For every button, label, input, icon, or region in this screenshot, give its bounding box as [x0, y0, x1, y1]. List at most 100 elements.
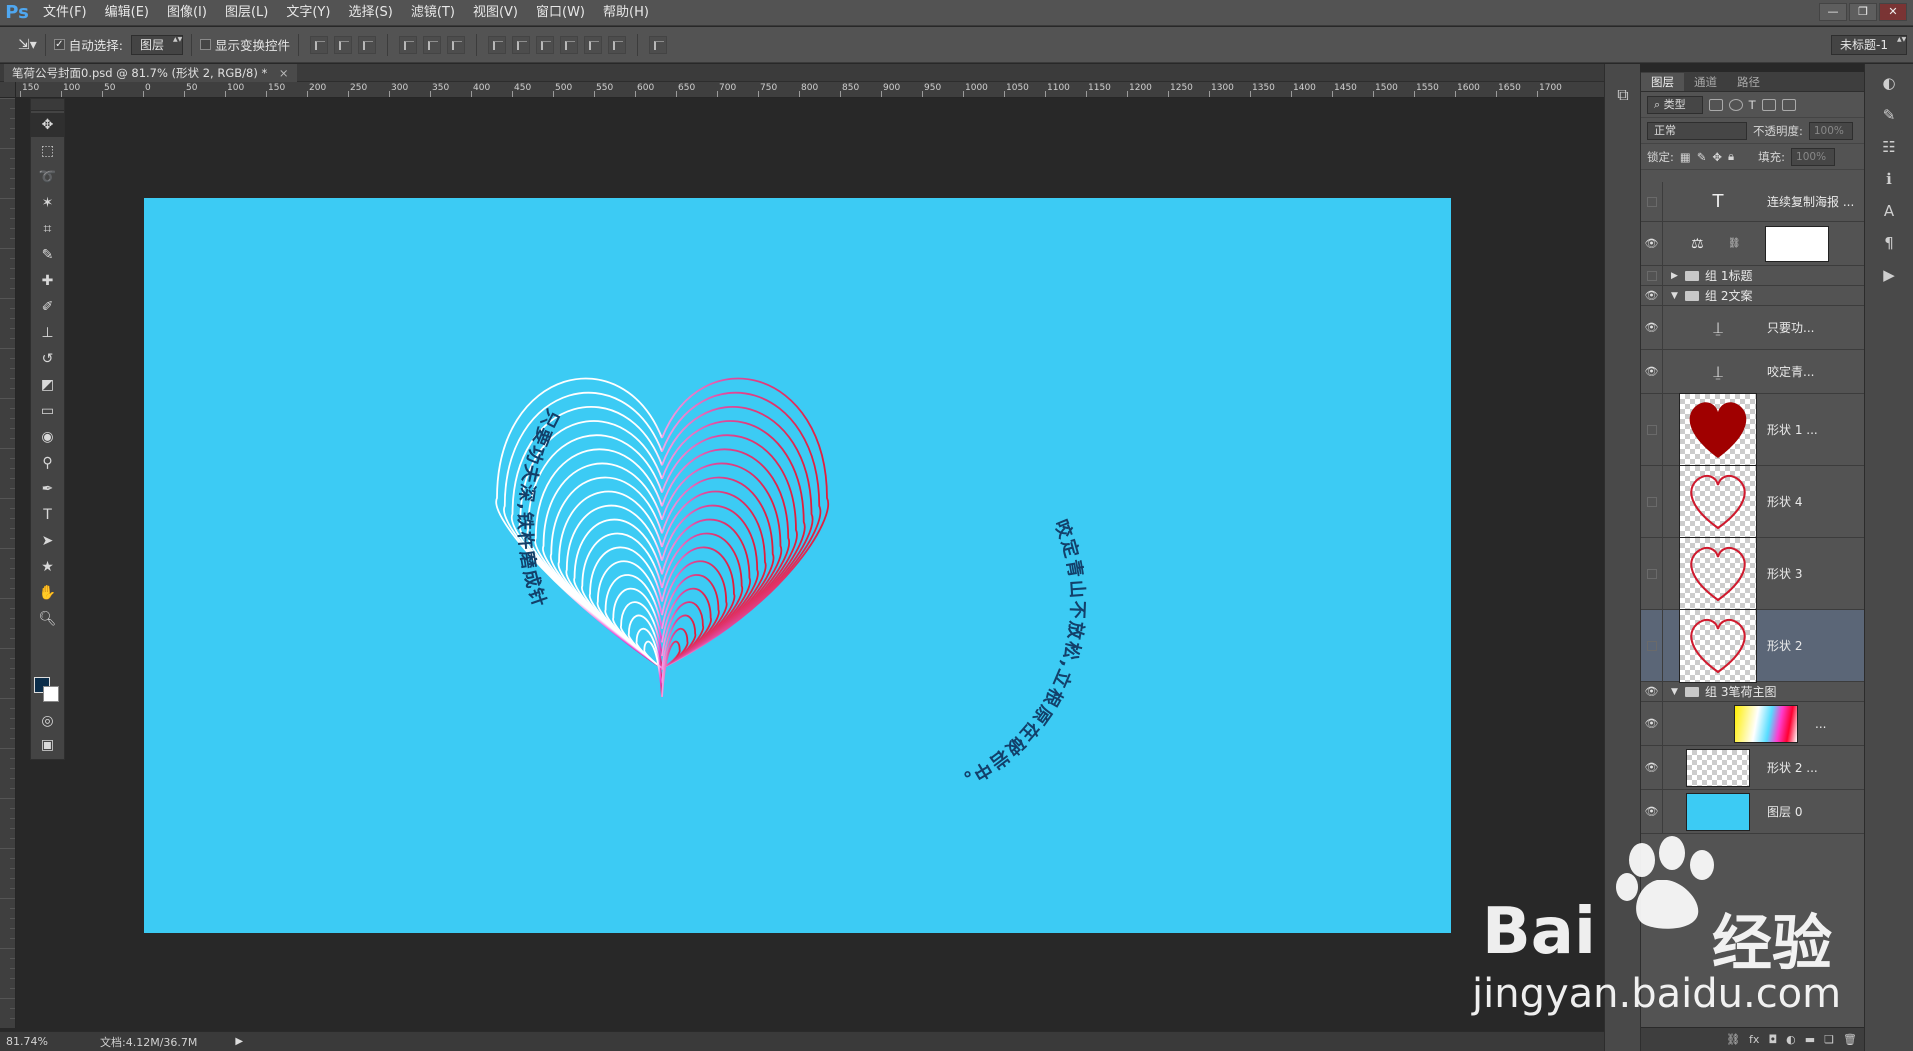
layer-row[interactable]: 形状 4	[1641, 464, 1865, 539]
group-toggle-icon[interactable]: ▶	[1671, 271, 1681, 281]
layer-filter-dropdown[interactable]: ⌕ 类型	[1647, 95, 1703, 114]
layer-row[interactable]: 👁︎ 形状 2 ...	[1641, 746, 1865, 790]
document-canvas[interactable]: 只要功夫深,铁杵磨成针。 咬定青山不放松,立根原在破岩中。	[134, 182, 1451, 933]
menu-item[interactable]: 文字(Y)	[277, 0, 339, 26]
lock-paint-icon[interactable]: ✎	[1697, 150, 1707, 164]
curved-text-left[interactable]: 只要功夫深,铁杵磨成针。	[134, 182, 563, 611]
history-brush-tool-icon[interactable]: ↺	[31, 347, 64, 371]
move-tool-icon[interactable]: ✥	[31, 113, 64, 137]
vertical-ruler[interactable]	[0, 98, 16, 1028]
tab-channels[interactable]: 通道	[1684, 73, 1727, 91]
fill-input[interactable]: 100%	[1791, 147, 1836, 166]
delete-layer-icon[interactable]: 🗑︎	[1843, 1033, 1857, 1046]
workspace-dropdown[interactable]: 未标题-1	[1831, 35, 1907, 55]
heart-artwork[interactable]: 只要功夫深,铁杵磨成针。 咬定青山不放松,立根原在破岩中。	[134, 182, 1451, 933]
layer-row[interactable]: 形状 3	[1641, 536, 1865, 611]
status-menu-arrow-icon[interactable]: ▶	[235, 1036, 243, 1047]
visibility-eye-icon[interactable]: 👁︎	[1641, 790, 1663, 833]
background-color-swatch[interactable]	[43, 686, 59, 702]
move-tool-icon[interactable]: ⇲▾	[18, 37, 37, 53]
distribute-bottom-icon[interactable]	[536, 35, 555, 54]
layer-row[interactable]: T 连续复制海报 ...	[1641, 182, 1865, 222]
layer-row[interactable]: 形状 1 ...	[1641, 392, 1865, 467]
layer-row[interactable]: 👁︎ ⚖ ⛓	[1641, 222, 1865, 266]
visibility-eye-icon[interactable]	[1641, 182, 1663, 221]
menu-item[interactable]: 图像(I)	[158, 0, 216, 26]
screen-mode-icon[interactable]: ▣	[31, 733, 64, 757]
filter-pixel-icon[interactable]	[1708, 98, 1723, 111]
path-selection-tool-icon[interactable]: ➤	[31, 529, 64, 553]
visibility-eye-icon[interactable]: 👁︎	[1641, 350, 1663, 393]
visibility-eye-icon[interactable]	[1641, 466, 1663, 537]
lock-all-icon[interactable]: 🔒︎	[1728, 149, 1734, 164]
pen-tool-icon[interactable]: ✒	[31, 477, 64, 501]
filter-shape-icon[interactable]	[1761, 98, 1776, 111]
visibility-eye-icon[interactable]: 👁︎	[1641, 682, 1663, 701]
actions-play-icon[interactable]: ▶	[1877, 266, 1901, 288]
adjustment-layer-icon[interactable]: ◐	[1786, 1033, 1796, 1046]
link-layers-icon[interactable]: ⛓	[1726, 1033, 1740, 1046]
lasso-tool-icon[interactable]: ➰	[31, 165, 64, 189]
lock-pixels-icon[interactable]: ▦	[1680, 150, 1691, 164]
quick-mask-icon[interactable]: ◎	[31, 709, 64, 733]
layer-style-icon[interactable]: fx	[1749, 1033, 1759, 1046]
curved-text-right[interactable]: 咬定青山不放松,立根原在破岩中。	[950, 516, 1088, 794]
type-tool-icon[interactable]: T	[31, 503, 64, 527]
align-top-icon[interactable]	[310, 35, 329, 54]
menu-item[interactable]: 帮助(H)	[594, 0, 658, 26]
auto-select-checkbox[interactable]: ✓	[53, 39, 65, 50]
layer-row[interactable]: ▶ 组 1标题	[1641, 266, 1865, 286]
align-vcenter-icon[interactable]	[334, 35, 353, 54]
horizontal-ruler[interactable]: 150 100 50 0 50 100 150 200 250 300 350 400 450 500 55…	[16, 82, 1604, 98]
healing-brush-tool-icon[interactable]: ✚	[31, 269, 64, 293]
group-toggle-icon[interactable]: ▼	[1671, 291, 1681, 301]
new-layer-icon[interactable]: ❏	[1824, 1033, 1834, 1046]
history-panel-icon[interactable]: ⧉	[1610, 82, 1636, 108]
layer-row[interactable]: 形状 2	[1641, 608, 1865, 683]
ruler-corner[interactable]	[0, 82, 16, 98]
align-bottom-icon[interactable]	[358, 35, 377, 54]
tab-paths[interactable]: 路径	[1727, 73, 1770, 91]
visibility-eye-icon[interactable]	[1641, 538, 1663, 609]
layer-row[interactable]: 👁︎ ▼ 组 2文案	[1641, 286, 1865, 306]
visibility-eye-icon[interactable]: 👁︎	[1641, 286, 1663, 305]
distribute-left-icon[interactable]	[560, 35, 579, 54]
menu-item[interactable]: 编辑(E)	[96, 0, 158, 26]
layer-row[interactable]: 👁︎ ▼ 组 3笔荷主图	[1641, 682, 1865, 702]
menu-item[interactable]: 视图(V)	[464, 0, 527, 26]
filter-adjust-icon[interactable]	[1728, 98, 1743, 111]
toolbox-header[interactable]	[31, 99, 64, 111]
minimize-button[interactable]: —	[1819, 3, 1847, 21]
document-tab[interactable]: 笔荷公号封面0.psd @ 81.7% (形状 2, RGB/8) * ×	[4, 64, 297, 82]
paragraph-icon[interactable]: ¶	[1877, 234, 1901, 256]
visibility-eye-icon[interactable]: 👁︎	[1641, 222, 1663, 265]
menu-item[interactable]: 窗口(W)	[527, 0, 594, 26]
close-window-button[interactable]: ✕	[1879, 3, 1907, 21]
menu-item[interactable]: 图层(L)	[216, 0, 277, 26]
visibility-eye-icon[interactable]: 👁︎	[1641, 306, 1663, 349]
layer-row[interactable]: 👁︎ ⍊ 只要功...	[1641, 306, 1865, 350]
info-icon[interactable]: ℹ	[1877, 170, 1901, 192]
menu-item[interactable]: 文件(F)	[34, 0, 96, 26]
filter-type-icon[interactable]: T	[1749, 98, 1756, 112]
brush-tool-icon[interactable]: ✐	[31, 295, 64, 319]
eraser-tool-icon[interactable]: ◩	[31, 373, 64, 397]
align-right-icon[interactable]	[447, 35, 466, 54]
tab-layers[interactable]: 图层	[1641, 73, 1684, 91]
gradient-tool-icon[interactable]: ▭	[31, 399, 64, 423]
visibility-eye-icon[interactable]: 👁︎	[1641, 746, 1663, 789]
brush-presets-icon[interactable]: ✎	[1877, 106, 1901, 128]
hand-tool-icon[interactable]: ✋	[31, 581, 64, 605]
show-transform-checkbox[interactable]	[200, 39, 211, 50]
close-tab-icon[interactable]: ×	[279, 66, 289, 80]
menu-item[interactable]: 滤镜(T)	[402, 0, 464, 26]
distribute-hcenter-icon[interactable]	[584, 35, 603, 54]
color-panel-icon[interactable]: ◐	[1877, 74, 1901, 96]
layer-row[interactable]: 👁︎...	[1641, 702, 1865, 746]
adjustments-icon[interactable]: ☷	[1877, 138, 1901, 160]
visibility-eye-icon[interactable]	[1641, 610, 1663, 681]
visibility-eye-icon[interactable]	[1641, 266, 1663, 285]
magic-wand-tool-icon[interactable]: ✶	[31, 191, 64, 215]
distribute-right-icon[interactable]	[608, 35, 627, 54]
restore-button[interactable]: ❐	[1849, 3, 1877, 21]
